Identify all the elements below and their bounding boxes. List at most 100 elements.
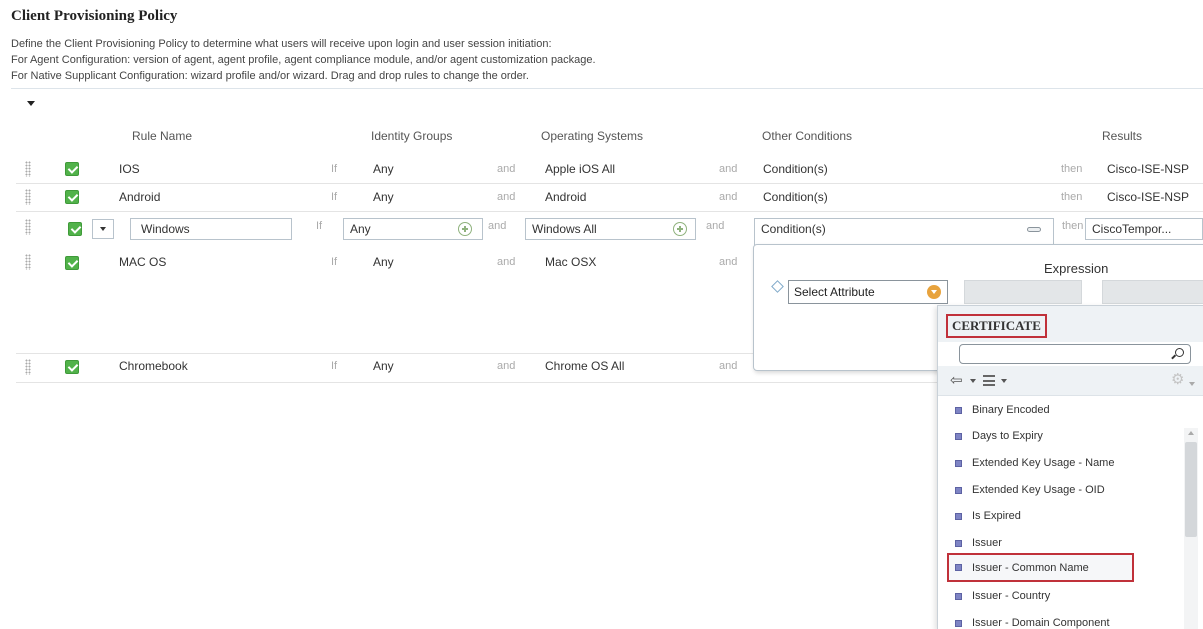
- attribute-list-scrollbar[interactable]: [1184, 428, 1198, 629]
- chevron-down-icon[interactable]: [1001, 379, 1007, 383]
- chevron-down-icon[interactable]: [1189, 382, 1195, 386]
- attribute-item[interactable]: Binary Encoded: [949, 398, 1184, 424]
- attribute-item-label: Days to Expiry: [972, 430, 1043, 442]
- attribute-icon: [955, 620, 962, 627]
- attribute-icon: [955, 433, 962, 440]
- list-view-icon[interactable]: [983, 375, 995, 386]
- checkbox-checked-icon[interactable]: [65, 360, 79, 374]
- then-keyword: then: [1062, 220, 1084, 232]
- attribute-item-label: Extended Key Usage - OID: [972, 484, 1105, 496]
- operating-system: Mac OSX: [545, 255, 597, 269]
- checkbox-checked-icon[interactable]: [65, 190, 79, 204]
- table-row[interactable]: IOS If Any and Apple iOS All and Conditi…: [16, 156, 1203, 183]
- expression-label: Expression: [1044, 261, 1109, 276]
- other-conditions-value: Condition(s): [761, 222, 826, 236]
- operating-system-field[interactable]: Windows All: [525, 218, 696, 240]
- attribute-icon: [955, 407, 962, 414]
- attribute-item-label: Is Expired: [972, 510, 1021, 522]
- operating-system: Android: [545, 190, 587, 204]
- operator-field[interactable]: [964, 280, 1082, 304]
- scroll-up-icon[interactable]: [1188, 431, 1194, 435]
- column-header-other-conditions: Other Conditions: [762, 129, 853, 143]
- if-keyword: If: [331, 191, 338, 203]
- identity-group: Any: [373, 162, 394, 176]
- collapse-icon[interactable]: [1027, 227, 1041, 232]
- value-field[interactable]: [1102, 280, 1203, 304]
- select-attribute-label: Select Attribute: [794, 285, 875, 299]
- rule-name: Chromebook: [119, 359, 188, 373]
- identity-group: Any: [373, 190, 394, 204]
- checkbox-checked-icon[interactable]: [68, 222, 82, 236]
- drag-handle-icon[interactable]: [25, 359, 31, 375]
- attribute-icon: [955, 513, 962, 520]
- page-title: Client Provisioning Policy: [11, 8, 178, 24]
- chevron-down-icon[interactable]: [970, 379, 976, 383]
- checkbox-checked-icon[interactable]: [65, 162, 79, 176]
- result-value: Cisco-ISE-NSP: [1107, 162, 1190, 176]
- other-conditions-field[interactable]: Condition(s): [754, 218, 1054, 245]
- rule-name-input[interactable]: Windows: [130, 218, 292, 240]
- attribute-item-label: Issuer - Common Name: [972, 562, 1089, 574]
- select-attribute-dropdown[interactable]: Select Attribute: [788, 280, 948, 304]
- drag-handle-icon[interactable]: [25, 189, 31, 205]
- and-keyword: and: [488, 220, 507, 232]
- row-actions-dropdown[interactable]: [92, 219, 114, 239]
- add-circle-icon[interactable]: [673, 222, 687, 236]
- attribute-item[interactable]: Issuer - Domain Component: [949, 611, 1184, 629]
- other-conditions-link[interactable]: Condition(s): [763, 190, 828, 204]
- table-row[interactable]: Android If Any and Android and Condition…: [16, 184, 1203, 211]
- attribute-item[interactable]: Is Expired: [949, 504, 1184, 530]
- attribute-icon: [955, 460, 962, 467]
- and-keyword: and: [719, 163, 738, 175]
- back-arrow-icon[interactable]: ⇦: [950, 373, 963, 388]
- attribute-item[interactable]: Extended Key Usage - OID: [949, 478, 1184, 504]
- and-keyword: and: [719, 360, 738, 372]
- attribute-item-label: Issuer - Country: [972, 590, 1051, 602]
- checkbox-checked-icon[interactable]: [65, 256, 79, 270]
- drag-handle-icon[interactable]: [25, 161, 31, 177]
- then-keyword: then: [1061, 163, 1083, 175]
- and-keyword: and: [719, 191, 738, 203]
- and-keyword: and: [719, 256, 738, 268]
- attribute-item[interactable]: Issuer - Country: [949, 584, 1184, 610]
- operating-system: Apple iOS All: [545, 162, 616, 176]
- result-field[interactable]: CiscoTempor...: [1085, 218, 1203, 240]
- attribute-item[interactable]: Extended Key Usage - Name: [949, 451, 1184, 477]
- attribute-search-input[interactable]: [959, 344, 1191, 364]
- attribute-item-highlighted[interactable]: Issuer - Common Name: [947, 553, 1134, 582]
- search-icon[interactable]: [1171, 348, 1184, 360]
- attribute-icon: [955, 593, 962, 600]
- dictionary-label: CERTIFICATE: [946, 314, 1047, 338]
- attribute-item-label: Issuer - Domain Component: [972, 617, 1110, 629]
- gear-icon[interactable]: ⚙: [1171, 372, 1184, 387]
- identity-group-field[interactable]: Any: [343, 218, 483, 240]
- drag-handle-icon[interactable]: [25, 219, 31, 235]
- if-keyword: If: [331, 256, 338, 268]
- caret-down-icon[interactable]: [27, 101, 35, 106]
- and-keyword: and: [706, 220, 725, 232]
- header-divider: [11, 88, 1203, 89]
- table-row-editing[interactable]: Windows If Any and Windows All and Condi…: [16, 213, 1203, 245]
- add-circle-icon[interactable]: [458, 222, 472, 236]
- scroll-thumb[interactable]: [1185, 442, 1197, 537]
- rule-name: IOS: [119, 162, 140, 176]
- and-keyword: and: [497, 360, 516, 372]
- attribute-item[interactable]: Days to Expiry: [949, 424, 1184, 450]
- attribute-item-label: Issuer: [972, 537, 1002, 549]
- operating-system: Chrome OS All: [545, 359, 625, 373]
- attribute-picker-popup: CERTIFICATE ⇦ ⚙ Binary Encoded Days to E…: [937, 305, 1203, 629]
- result-value: Cisco-ISE-NSP: [1107, 190, 1190, 204]
- dropdown-circle-icon: [927, 285, 941, 299]
- if-keyword: If: [316, 220, 323, 232]
- column-header-operating-systems: Operating Systems: [541, 129, 644, 143]
- identity-group-value: Any: [350, 222, 371, 236]
- rule-name: Android: [119, 190, 161, 204]
- attribute-icon: [955, 540, 962, 547]
- other-conditions-link[interactable]: Condition(s): [763, 162, 828, 176]
- drag-handle-icon[interactable]: [25, 254, 31, 270]
- and-keyword: and: [497, 163, 516, 175]
- description-line-1: Define the Client Provisioning Policy to…: [11, 38, 552, 50]
- if-keyword: If: [331, 360, 338, 372]
- attribute-toolbar: ⇦ ⚙: [938, 366, 1203, 396]
- operating-system-value: Windows All: [532, 222, 597, 236]
